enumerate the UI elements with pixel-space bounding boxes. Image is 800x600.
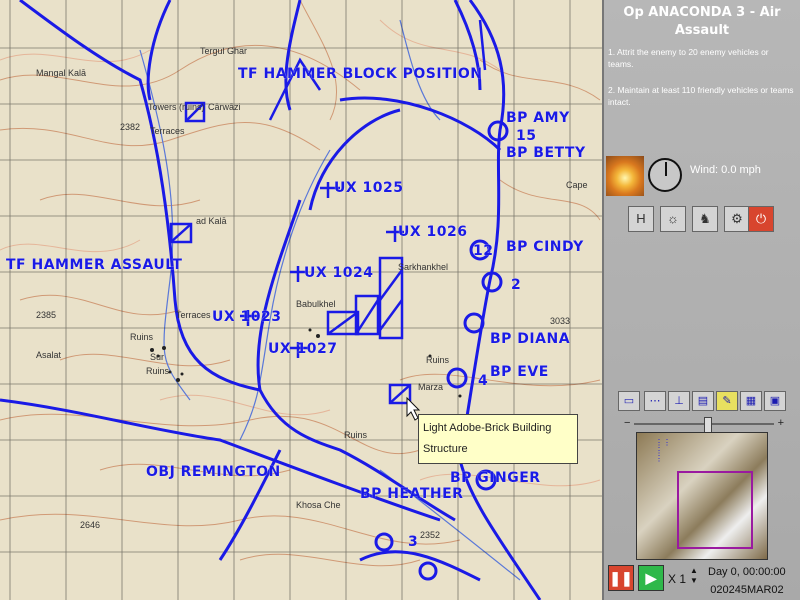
elevation-label: 2382: [120, 122, 141, 132]
place-label: Tergul Ghar: [200, 46, 248, 56]
settings-icon: ⚙: [731, 211, 743, 226]
elevation-label: 2352: [420, 530, 441, 540]
speed-label: X 1: [668, 572, 687, 586]
label-bp-cindy[interactable]: BP CINDY: [506, 239, 584, 255]
scenario-title: Op ANACONDA 3 - Air Assault: [623, 5, 781, 38]
label-count-4: 4: [478, 373, 489, 389]
tooltip-line1: Light Adobe-Brick Building: [423, 422, 552, 434]
place-label: Mangal Kalā: [36, 68, 87, 78]
tool-button-7[interactable]: ▣: [764, 391, 786, 411]
tooltip-line2: Structure: [423, 443, 468, 455]
dtg: 020245MAR02: [710, 584, 784, 596]
label-ux-1026[interactable]: UX 1026: [398, 224, 468, 240]
place-label: ad Kalā: [196, 216, 227, 226]
tool-button-1[interactable]: ▭: [618, 391, 640, 411]
units-button[interactable]: ♞: [692, 206, 718, 232]
label-bp-amy[interactable]: BP AMY: [506, 110, 570, 126]
label-ux-1027[interactable]: UX 1027: [268, 341, 338, 357]
pause-icon: ❚❚: [609, 570, 633, 586]
unit-symbol-icon: ▭: [623, 395, 635, 407]
chevron-up-icon[interactable]: ▲: [690, 566, 698, 575]
place-label: Babulkhel: [296, 299, 336, 309]
database-icon: ☼: [667, 211, 679, 226]
label-hammer-assault[interactable]: TF HAMMER ASSAULT: [6, 257, 182, 273]
orders-icon: ▦: [745, 395, 757, 407]
play-icon: ▶: [645, 570, 657, 586]
map-tooltip: Light Adobe-Brick Building Structure: [418, 414, 578, 464]
speed-stepper[interactable]: ▲ ▼: [690, 566, 698, 586]
place-label: Sur: [150, 352, 165, 362]
weather-panel: Wind: 0.0 mph: [606, 156, 800, 198]
place-label: Towers (ruins): [148, 102, 205, 112]
place-label: Cape: [566, 180, 588, 190]
label-ux-1024[interactable]: UX 1024: [304, 265, 374, 281]
label-obj-remington[interactable]: OBJ REMINGTON: [146, 464, 281, 480]
quit-button[interactable]: ⏻: [748, 206, 774, 232]
minimap-viewport[interactable]: [677, 471, 753, 549]
zoom-slider[interactable]: − +: [624, 417, 784, 433]
map-tool-icon: ✎: [722, 395, 732, 407]
label-ux-1023[interactable]: UX 1023: [212, 309, 282, 325]
place-label: Cārwāzi: [208, 102, 241, 112]
zoom-out-icon[interactable]: −: [624, 417, 630, 429]
zoom-in-icon[interactable]: +: [778, 417, 784, 429]
elevation-label: 3033: [550, 316, 571, 326]
elevation-label: 2385: [36, 310, 57, 320]
objective-1: 1. Attrit the enemy to 20 enemy vehicles…: [608, 47, 769, 69]
company-icon: ⊥: [674, 395, 684, 407]
side-panel: Op ANACONDA 3 - Air Assault 1. Attrit th…: [602, 0, 800, 600]
place-label: Ruins: [344, 430, 368, 440]
wind-dial-icon: [648, 158, 682, 192]
tool-button-5[interactable]: ✎: [716, 391, 738, 411]
place-label: Terraces: [150, 126, 185, 136]
tactical-map[interactable]: Mangal Kalā Tergul Ghar Cārwāzi Towers (…: [0, 0, 602, 600]
units-icon: ♞: [699, 211, 711, 226]
settings-button[interactable]: ⚙: [724, 206, 750, 232]
objective-2: 2. Maintain at least 110 friendly vehicl…: [608, 85, 794, 107]
place-label: Ruins: [146, 366, 170, 376]
place-label: Ruins: [426, 355, 450, 365]
label-hammer-block[interactable]: TF HAMMER BLOCK POSITION: [238, 66, 482, 82]
play-button[interactable]: ▶: [638, 565, 664, 591]
wind-readout: Wind: 0.0 mph: [690, 164, 761, 176]
log-icon: ▣: [769, 395, 781, 407]
label-bp-cindy-count: 12: [473, 243, 494, 259]
place-label: Khosa Che: [296, 500, 341, 510]
history-icon: H: [636, 211, 646, 226]
place-label: Ruins: [130, 332, 154, 342]
label-count-3: 3: [408, 534, 419, 550]
tool-button-6[interactable]: ▦: [740, 391, 762, 411]
label-bp-betty[interactable]: BP BETTY: [506, 145, 586, 161]
game-clock: Day 0, 00:00:00 020245MAR02: [708, 563, 786, 599]
elevation-label: 2646: [80, 520, 101, 530]
minimap[interactable]: ⋮⋮ ⋮ ⋮: [636, 432, 768, 560]
tool-button-3[interactable]: ⊥: [668, 391, 690, 411]
tool-button-2[interactable]: ⋯: [644, 391, 666, 411]
label-bp-diana[interactable]: BP DIANA: [490, 331, 570, 347]
tool-button-4[interactable]: ▤: [692, 391, 714, 411]
slider-knob[interactable]: [704, 417, 712, 433]
label-bp-ginger[interactable]: BP GINGER: [450, 470, 541, 486]
label-bp-eve[interactable]: BP EVE: [490, 364, 549, 380]
chevron-down-icon[interactable]: ▼: [690, 576, 698, 585]
label-bp-amy-count: 15: [516, 128, 537, 144]
platoon-icon: ⋯: [649, 395, 661, 407]
label-count-2: 2: [511, 277, 522, 293]
label-ux-1025[interactable]: UX 1025: [334, 180, 404, 196]
power-icon: ⏻: [755, 211, 767, 226]
place-label: Terraces: [176, 310, 211, 320]
minimap-units: ⋮⋮ ⋮ ⋮: [655, 438, 671, 463]
pause-button[interactable]: ❚❚: [608, 565, 634, 591]
report-icon: ▤: [697, 395, 709, 407]
sun-icon: [606, 156, 644, 196]
place-label: Marza: [418, 382, 444, 392]
day-time: Day 0, 00:00:00: [708, 566, 786, 578]
place-label: Sarkhankhel: [398, 262, 449, 272]
place-label: Asalat: [36, 350, 62, 360]
history-button[interactable]: H: [628, 206, 654, 232]
database-button[interactable]: ☼: [660, 206, 686, 232]
label-bp-heather[interactable]: BP HEATHER: [360, 486, 463, 502]
